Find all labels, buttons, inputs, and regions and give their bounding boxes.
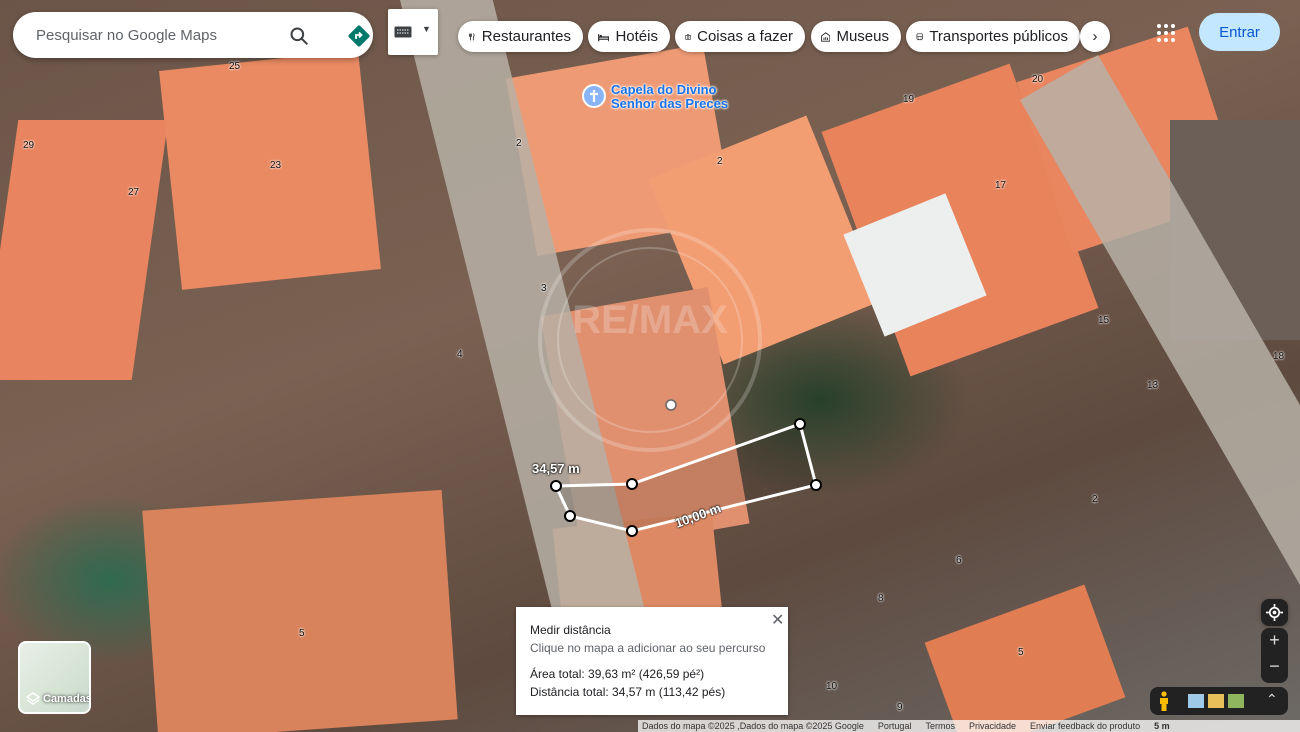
measure-point[interactable] — [810, 479, 822, 491]
measure-point[interactable] — [564, 510, 576, 522]
map-footer: Dados do mapa ©2025 ,Dados do mapa ©2025… — [638, 720, 1300, 732]
measure-distance-panel: Medir distância Clique no mapa a adicion… — [516, 607, 788, 715]
close-icon[interactable]: ✕ — [771, 610, 784, 630]
terms-link[interactable]: Termos — [925, 721, 955, 731]
measure-label-total: 34,57 m — [532, 461, 580, 476]
scale-bar[interactable]: 5 m — [1154, 721, 1170, 731]
keyboard-icon[interactable] — [394, 26, 412, 38]
chips-next-button[interactable]: › — [1080, 21, 1110, 52]
chip-label: Hotéis — [615, 28, 658, 45]
layers-icon — [26, 692, 40, 705]
transit-icon — [916, 32, 923, 40]
measure-point[interactable] — [626, 478, 638, 490]
chip-label: Coisas a fazer — [697, 28, 793, 45]
attribution: Dados do mapa ©2025 ,Dados do mapa ©2025… — [642, 721, 864, 731]
chip-restaurantes[interactable]: Restaurantes — [458, 21, 583, 52]
bed-icon — [598, 33, 610, 41]
map-type-strip: ⌃ — [1150, 687, 1288, 715]
panel-title: Medir distância — [530, 623, 611, 637]
zoom-controls: + − — [1261, 628, 1288, 683]
chevron-right-icon: › — [1092, 28, 1098, 45]
map-type-thumb-transit[interactable] — [1208, 694, 1224, 708]
chip-transportes-publicos[interactable]: Transportes públicos — [906, 21, 1080, 52]
museum-icon — [821, 31, 831, 42]
zoom-out-button[interactable]: − — [1261, 656, 1288, 677]
search-icon[interactable] — [289, 26, 309, 46]
input-tools[interactable]: ▼ — [388, 9, 438, 55]
chip-label: Transportes públicos — [929, 28, 1068, 45]
chip-label: Museus — [836, 28, 889, 45]
measure-point[interactable] — [794, 418, 806, 430]
privacy-link[interactable]: Privacidade — [969, 721, 1016, 731]
panel-subtitle: Clique no mapa a adicionar ao seu percur… — [530, 641, 766, 655]
total-distance: Distância total: 34,57 m (113,42 pés) — [530, 685, 726, 699]
chip-hoteis[interactable]: Hotéis — [588, 21, 670, 52]
layers-button[interactable]: Camadas — [18, 641, 91, 714]
map-type-thumb-default[interactable] — [1188, 694, 1204, 708]
feedback-link[interactable]: Enviar feedback do produto — [1030, 721, 1140, 731]
directions-icon[interactable] — [347, 24, 371, 48]
sign-in-button[interactable]: Entrar — [1199, 13, 1280, 51]
zoom-in-button[interactable]: + — [1261, 630, 1288, 651]
search-input[interactable]: Pesquisar no Google Maps — [36, 27, 217, 44]
measure-point[interactable] — [665, 399, 677, 411]
my-location-icon — [1266, 604, 1283, 621]
chevron-up-icon[interactable]: ⌃ — [1266, 691, 1278, 708]
layers-label: Camadas — [43, 693, 91, 705]
total-area: Área total: 39,63 m² (426,59 pé²) — [530, 667, 705, 681]
measure-point[interactable] — [550, 480, 562, 492]
pegman-icon[interactable] — [1158, 691, 1170, 711]
chip-museus[interactable]: Museus — [811, 21, 901, 52]
chip-label: Restaurantes — [481, 28, 571, 45]
region-link[interactable]: Portugal — [878, 721, 912, 731]
measure-point[interactable] — [626, 525, 638, 537]
camera-icon — [685, 33, 692, 40]
my-location-button[interactable] — [1261, 599, 1288, 626]
chevron-down-icon[interactable]: ▼ — [422, 24, 431, 34]
layers-label-wrap: Camadas — [26, 692, 91, 706]
map-type-thumb-terrain[interactable] — [1228, 694, 1244, 708]
search-box[interactable]: Pesquisar no Google Maps — [13, 12, 373, 58]
apps-grid-icon[interactable] — [1156, 23, 1176, 43]
chip-coisas-a-fazer[interactable]: Coisas a fazer — [675, 21, 805, 52]
restaurant-icon — [469, 32, 475, 40]
